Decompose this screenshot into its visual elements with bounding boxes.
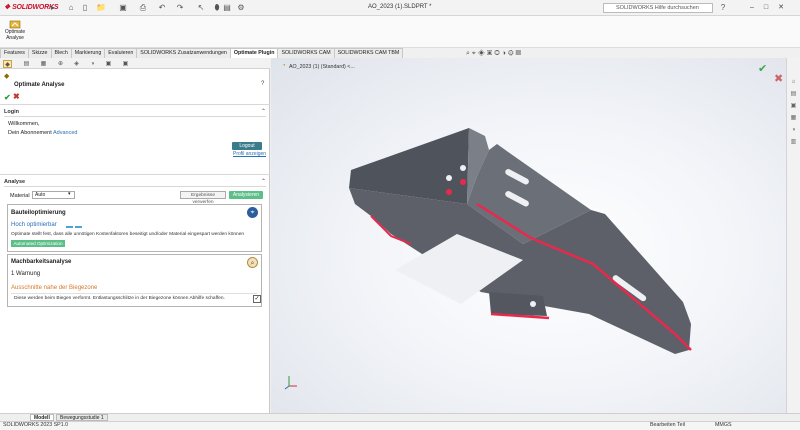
warning-checkbox[interactable]: ✓ [253,295,261,303]
ok-check-icon[interactable]: ✔ [4,93,11,102]
graphics-viewport[interactable] [271,58,786,413]
property-manager-icon[interactable]: ▦ [39,60,48,68]
tab-skizze[interactable]: Skizze [27,48,52,58]
panel-title: Optimate Analyse [14,82,65,88]
undo-icon[interactable]: ↶ [157,3,167,13]
open-folder-icon[interactable]: 📁 [96,3,106,13]
warning-description: Diese werden beim Biegen verformt. Entla… [14,296,225,301]
divider [0,104,270,105]
warning-magnifier-icon: ⌕ [247,257,258,268]
tab-modell[interactable]: Modell [30,414,54,421]
cam-tbm-icon[interactable]: ▣ [121,60,130,68]
optimate-analyse-button[interactable]: Optimate Analyse [3,29,27,41]
tab-blech[interactable]: Blech [50,48,72,58]
collapse-chevron-icon[interactable]: ⌃ [261,108,266,115]
save-icon[interactable]: ▣ [118,3,128,13]
options-gear-icon[interactable]: ⚙ [236,3,246,13]
subscription-text: Dein Abonnement Advanced [8,130,78,136]
version-text: SOLIDWORKS 2023 SP1.0 [3,422,69,428]
tab-markierung[interactable]: Markierung [70,48,106,58]
tab-bewegungsstudie[interactable]: Bewegungsstudie 1 [56,414,108,421]
chevron-down-icon[interactable]: ▾ [68,191,71,197]
command-manager-tabs: Features Skizze Blech Markierung Evaluie… [0,48,404,58]
new-document-icon[interactable]: ▯ [80,3,90,13]
unit-system[interactable]: MMGS [715,422,731,428]
bottom-tabs-bar [0,413,800,421]
select-arrow-icon[interactable]: ↖ [196,3,206,13]
tab-solidworks-cam[interactable]: SOLIDWORKS CAM [277,48,335,58]
optimate-tab-icon[interactable]: ◆ [3,60,12,68]
help-search-input[interactable]: SOLIDWORKS Hilfe durchsuchen [603,3,713,13]
divider [4,116,266,117]
help-question-icon[interactable]: ? [261,81,264,87]
arrow-right-icon[interactable]: ▸ [48,3,58,13]
tab-optimate-plugin[interactable]: Optimate Plugin [229,48,279,58]
tab-zusatzanwendungen[interactable]: SOLIDWORKS Zusatzanwendungen [136,48,231,58]
login-section-header: Login [4,109,19,115]
tab-evaluieren[interactable]: Evaluieren [104,48,138,58]
divider [11,293,257,294]
card-title: Machbarkeitsanalyse [11,259,72,265]
document-title: AO_2023 (1).SLDPRT * [368,4,432,10]
collapse-chevron-icon[interactable]: ⌃ [261,178,266,185]
divider [0,174,270,175]
tab-solidworks-cam-tbm[interactable]: SOLIDWORKS CAM TBM [333,48,404,58]
welcome-text: Willkommen, [8,121,40,127]
custom-properties-icon[interactable]: ▥ [789,138,798,146]
appearances-icon[interactable]: ◑ [789,126,798,134]
card-description: Optimate stellt fest, dass alle unnötige… [11,232,245,237]
confirm-check-icon[interactable]: ✔ [758,62,767,75]
print-icon[interactable]: ⎙ [138,3,148,13]
resources-icon[interactable]: ▤ [789,90,798,98]
home-icon[interactable]: ⌂ [66,3,76,13]
card-title: Bauteiloptimierung [11,210,66,216]
optimization-level-bars [66,225,82,231]
warning-item-title[interactable]: Ausschnitte nahe der Biegezone [11,285,97,291]
coordinate-triad [284,374,298,392]
file-properties-icon[interactable]: ▤ [222,3,232,13]
tab-features[interactable]: Features [0,48,29,58]
part-icon: ◔ [282,63,286,69]
dimxpert-icon[interactable]: ◈ [72,60,81,68]
command-ribbon [0,16,800,48]
sheet-metal-part[interactable] [271,58,786,413]
optimization-level: Hoch optimierbar [11,222,57,228]
view-heads-up-toolbar[interactable]: ⌕⌖◈▣◎◑⚙▤ [466,50,523,58]
profile-link[interactable]: Profil anzeigen [233,151,266,157]
help-question-icon[interactable]: ? [718,3,728,13]
analysis-section-header: Analyse [4,179,26,185]
edit-mode-text: Bearbeiten Teil [650,422,685,428]
redo-icon[interactable]: ↷ [175,3,185,13]
warning-count: 1 Warnung [11,271,41,277]
configuration-icon[interactable]: ⊕ [56,60,65,68]
analyze-button[interactable]: Analysieren [229,191,263,199]
task-pane-bar [786,58,800,413]
window-controls[interactable]: –□✕ [750,3,794,11]
discard-results-button[interactable]: Ergebnisse verwerfen [180,191,226,205]
optimate-panel-icon: ◆ [4,73,10,80]
subscription-level: Advanced [52,130,78,136]
home-icon[interactable]: ⌂ [789,78,798,86]
material-label: Material [10,193,30,199]
rebuild-icon[interactable]: ⬮ [212,3,222,13]
divider [4,186,266,187]
cam-icon[interactable]: ▣ [104,60,113,68]
cancel-x-icon[interactable]: ✖ [774,72,783,85]
feature-tree-icon[interactable]: ▤ [22,60,31,68]
file-explorer-icon[interactable]: ▣ [789,102,798,110]
cancel-x-icon[interactable]: ✖ [13,92,20,101]
logout-button[interactable]: Logout [232,142,262,150]
automated-optimization-button[interactable]: Automated Optimization [11,240,65,247]
feature-tree-flyout[interactable]: AO_2023 (1) (Standard) <... [289,64,355,70]
optimization-target-icon: ⌖ [247,207,258,218]
display-manager-icon[interactable]: ◑ [88,60,97,68]
view-palette-icon[interactable]: ▦ [789,114,798,122]
optimate-analyse-icon[interactable] [9,20,21,29]
